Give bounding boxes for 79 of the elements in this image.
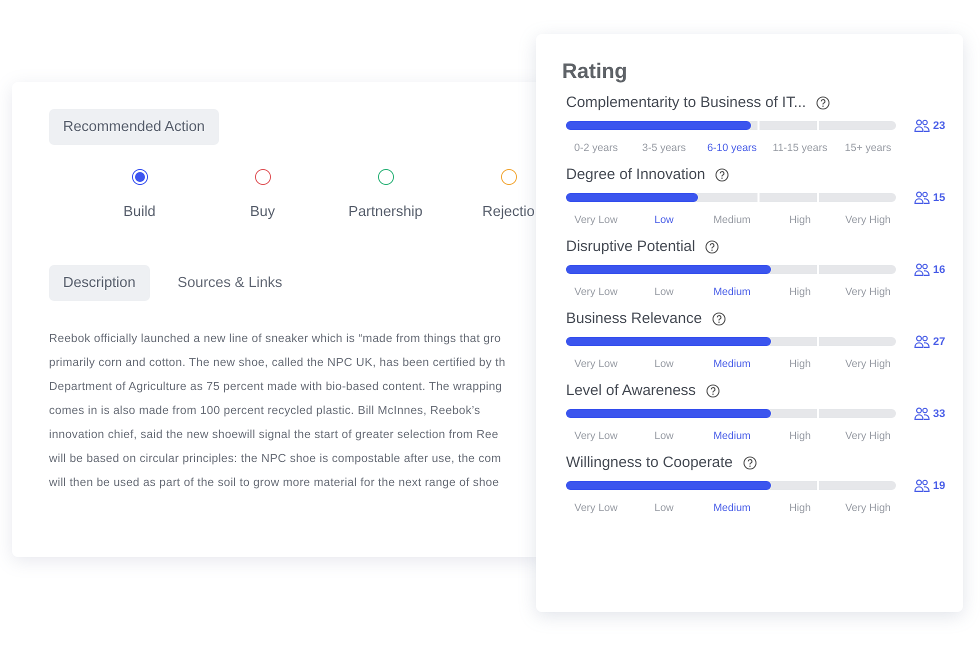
scale-label: Very High: [844, 286, 892, 298]
people-icon: [914, 479, 930, 492]
people-icon: [914, 335, 930, 348]
scale-label: Medium: [712, 214, 752, 226]
scale-label: Very Low: [573, 358, 619, 370]
scale-label: High: [788, 502, 812, 514]
rating-bar[interactable]: [566, 193, 896, 202]
scale-label: Medium: [712, 286, 752, 298]
option-label: Buy: [250, 204, 275, 220]
scale-label: Very High: [844, 358, 892, 370]
count-text: 16: [933, 264, 946, 276]
description-line: Reebok officially launched a new line of sneaker which is “made from things that gro: [49, 331, 502, 347]
scale-label: Low: [653, 358, 675, 370]
count-text: 27: [933, 336, 946, 348]
radio-button[interactable]: [254, 169, 270, 185]
scale-label: Low: [653, 214, 675, 226]
option-label: Rejectio: [482, 204, 535, 220]
criterion-name: Disruptive Potential: [566, 238, 696, 255]
option-label: Build: [123, 204, 156, 220]
help-icon[interactable]: [715, 168, 730, 182]
rating-bar[interactable]: [566, 121, 896, 130]
tab[interactable]: Sources & Links: [164, 265, 296, 301]
count-text: 15: [933, 192, 946, 204]
criterion-name: Degree of Innovation: [566, 166, 706, 183]
description-line: innovation chief, said the new shoewill signal the start of greater selection from Ree: [49, 427, 500, 443]
people-icon: [914, 119, 930, 132]
people-icon: [914, 191, 930, 204]
scale-label: Low: [653, 286, 675, 298]
scale-label: Very High: [844, 502, 892, 514]
help-icon[interactable]: [816, 96, 830, 110]
rating-bar[interactable]: [566, 409, 896, 418]
scale-label: 3-5 years: [641, 142, 687, 154]
scale-label: 0-2 years: [573, 142, 619, 154]
scale-label: 6-10 years: [706, 142, 758, 154]
tab[interactable]: Description: [49, 265, 150, 301]
people-icon: [914, 407, 930, 420]
criterion-name: Business Relevance: [566, 310, 702, 327]
scale-label: Medium: [712, 430, 752, 442]
scale-label: Low: [653, 502, 675, 514]
scale-label: Very High: [844, 430, 892, 442]
help-icon[interactable]: [706, 384, 720, 398]
scale-label: High: [788, 430, 812, 442]
scale-label: Medium: [712, 502, 752, 514]
card-title: Rating: [562, 60, 628, 84]
scale-label: Very High: [844, 214, 892, 226]
help-icon[interactable]: [742, 456, 757, 470]
option-label: Partnership: [348, 204, 423, 220]
people-icon: [914, 263, 930, 276]
radio-button[interactable]: [500, 169, 516, 185]
rating-bar[interactable]: [566, 265, 896, 274]
criterion-name: Complementarity to Business of IT...: [566, 94, 806, 111]
radio-button[interactable]: [132, 169, 148, 185]
description-line: comes in is also made from 100 percent recycled plastic. Bill McInnes, Reebok’s: [49, 403, 482, 419]
section-label: Recommended Action: [49, 109, 219, 145]
criterion-name: Willingness to Cooperate: [566, 454, 733, 471]
radio-button[interactable]: [378, 169, 394, 185]
scale-label: Very Low: [573, 286, 619, 298]
description-line: will be based on circular principles: the NPC shoe is compostable after use, the com: [49, 451, 502, 467]
rating-bar[interactable]: [566, 481, 896, 490]
help-icon[interactable]: [705, 240, 720, 254]
scale-label: Very Low: [573, 430, 619, 442]
criterion-name: Level of Awareness: [566, 382, 696, 399]
scale-label: Low: [653, 430, 675, 442]
help-icon[interactable]: [712, 312, 726, 326]
scale-label: Very Low: [573, 214, 619, 226]
description-line: Department of Agriculture as 75 percent made with bio-based content. The wrapping: [49, 379, 504, 395]
count-text: 33: [933, 408, 946, 420]
scale-label: 15+ years: [844, 142, 892, 154]
count-text: 23: [933, 120, 946, 132]
description-line: will then be used as part of the soil to grow more material for the next range of shoe: [49, 475, 500, 491]
scale-label: High: [788, 214, 812, 226]
count-text: 19: [933, 480, 946, 492]
description-line: primarily corn and cotton. The new shoe, called the NPC UK, has been certified by th: [49, 355, 506, 371]
scale-label: Medium: [712, 358, 752, 370]
scale-label: High: [788, 358, 812, 370]
rating-bar[interactable]: [566, 337, 896, 346]
scale-label: 11-15 years: [772, 142, 828, 154]
scale-label: High: [788, 286, 812, 298]
scale-label: Very Low: [573, 502, 619, 514]
